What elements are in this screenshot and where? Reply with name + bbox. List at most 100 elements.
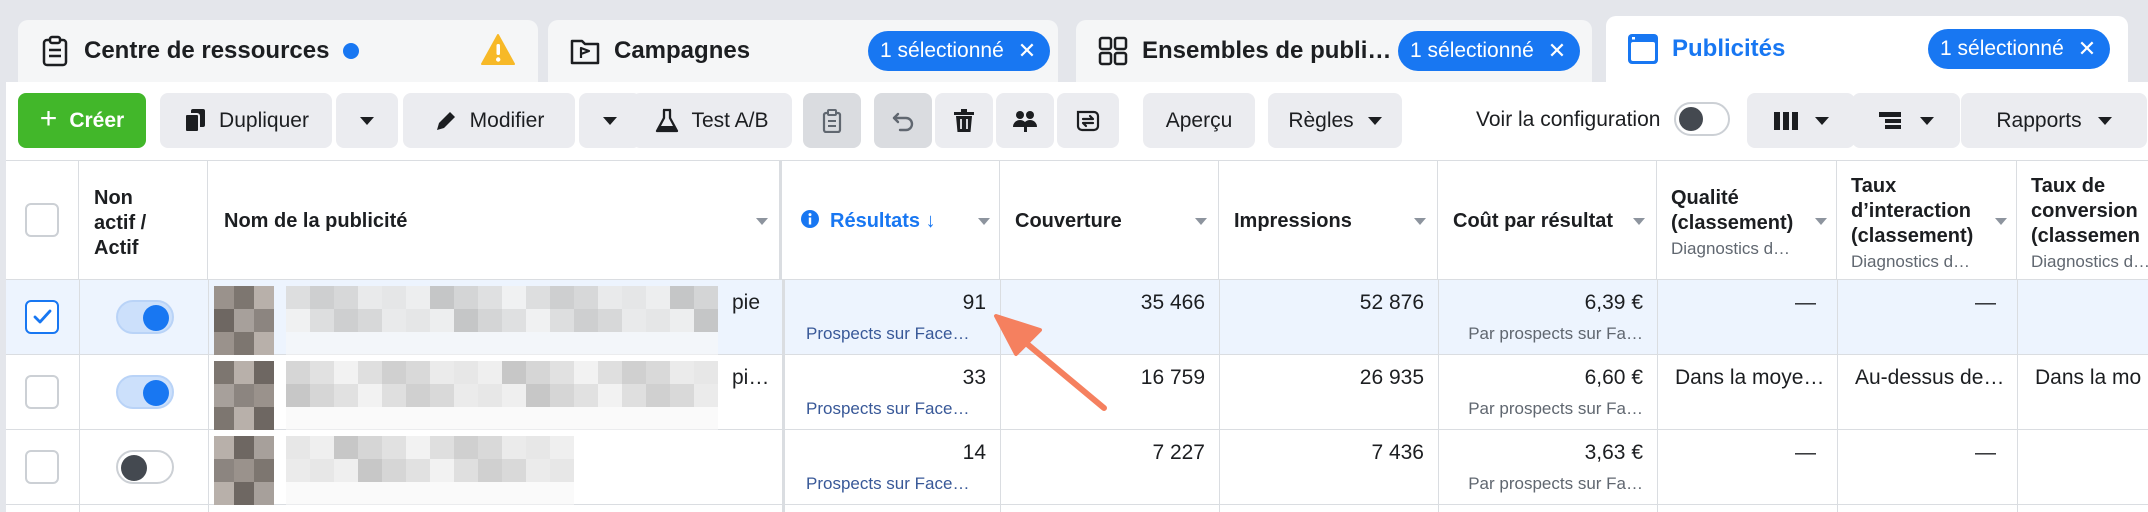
duplicate-dropdown[interactable]: [336, 93, 398, 148]
delete-button[interactable]: [935, 93, 993, 148]
status-toggle[interactable]: [116, 375, 174, 409]
header-ad-name[interactable]: Nom de la publicité: [208, 161, 782, 279]
breakdown-button[interactable]: [1852, 93, 1960, 148]
results-subtitle[interactable]: Prospects sur Face…: [806, 474, 969, 494]
table-row[interactable]: 14 Prospects sur Face… 7 227 7 436 3,63 …: [6, 430, 2148, 505]
duplicate-button[interactable]: Dupliquer: [160, 93, 332, 148]
edit-button[interactable]: Modifier: [403, 93, 575, 148]
undo-button[interactable]: [874, 93, 932, 148]
close-icon[interactable]: ✕: [1018, 38, 1036, 64]
blurred-text-pixel: [430, 482, 454, 505]
cost-value: 6,39 €: [1584, 291, 1643, 314]
badge-label: 1 sélectionné: [1940, 37, 2064, 60]
thumbnail-pixel: [254, 482, 274, 505]
blurred-text-pixel: [334, 309, 358, 332]
blurred-text-pixel: [646, 361, 670, 384]
header-status[interactable]: Non actif / Actif: [79, 161, 208, 279]
blurred-text-pixel: [310, 309, 334, 332]
tab-ads[interactable]: Publicités 1 sélectionné ✕: [1606, 16, 2128, 82]
create-button[interactable]: + Créer: [18, 93, 146, 148]
quality-header-line: Qualité: [1671, 187, 1739, 209]
sort-caret-icon[interactable]: [1414, 218, 1426, 225]
view-config-toggle[interactable]: [1674, 102, 1730, 136]
ad-name-blurred: [214, 280, 728, 355]
quality-value: —: [1795, 291, 1816, 314]
tab-resource-center[interactable]: Centre de ressources: [18, 20, 538, 82]
blurred-text-pixel: [454, 436, 478, 459]
sort-caret-icon[interactable]: [1195, 218, 1207, 225]
annotation-arrow-icon: [994, 314, 1107, 411]
blurred-text-pixel: [454, 309, 478, 332]
header-cost-per-result[interactable]: Coût par résultat: [1438, 161, 1657, 279]
ad-name-tail[interactable]: pie: [732, 291, 760, 315]
blurred-text-pixel: [502, 286, 526, 309]
header-impressions[interactable]: Impressions: [1219, 161, 1438, 279]
plus-icon: +: [39, 102, 58, 135]
sort-caret-icon[interactable]: [1995, 218, 2007, 225]
info-icon[interactable]: [800, 209, 820, 234]
blurred-text-pixel: [406, 407, 430, 430]
header-reach[interactable]: Couverture: [1000, 161, 1219, 279]
selection-badge[interactable]: 1 sélectionné ✕: [868, 31, 1051, 71]
reports-button[interactable]: Rapports: [1961, 93, 2147, 148]
select-all-checkbox[interactable]: [25, 203, 59, 237]
results-subtitle[interactable]: Prospects sur Face…: [806, 324, 969, 344]
ad-name-tail[interactable]: pi…: [732, 366, 776, 390]
close-icon[interactable]: ✕: [1548, 38, 1566, 64]
sort-caret-icon[interactable]: [1633, 218, 1645, 225]
header-results[interactable]: Résultats ↓: [782, 161, 1000, 279]
blurred-text-pixel: [502, 309, 526, 332]
rules-button[interactable]: Règles: [1268, 93, 1402, 148]
preview-button[interactable]: Aperçu: [1143, 93, 1255, 148]
row-checkbox[interactable]: [25, 300, 59, 334]
sort-caret-icon[interactable]: [978, 218, 990, 225]
blurred-text-pixel: [670, 332, 694, 355]
blurred-text-pixel: [286, 361, 310, 384]
status-toggle[interactable]: [116, 450, 174, 484]
engagement-header-line: d’interaction: [1851, 200, 1972, 222]
blurred-text-pixel: [526, 286, 550, 309]
header-engagement-ranking[interactable]: Taux d’interaction (classement) Diagnost…: [1837, 161, 2017, 279]
blurred-text-pixel: [670, 407, 694, 430]
sort-desc-arrow-icon: ↓: [920, 210, 936, 232]
close-icon[interactable]: ✕: [2078, 36, 2096, 62]
ad-name-blurred: [214, 355, 728, 430]
blurred-text-pixel: [358, 361, 382, 384]
clipboard-button[interactable]: [803, 93, 861, 148]
blurred-text-pixel: [334, 286, 358, 309]
column-divider: [79, 280, 80, 512]
blurred-text-pixel: [310, 286, 334, 309]
sort-caret-icon[interactable]: [1815, 218, 1827, 225]
selection-badge[interactable]: 1 sélectionné ✕: [1398, 31, 1581, 71]
tab-ad-sets[interactable]: Ensembles de publici… 1 sélectionné ✕: [1076, 20, 1592, 82]
columns-button[interactable]: [1747, 93, 1855, 148]
toolbar: + Créer Dupliquer Modifier Test A/B Aper…: [6, 82, 2148, 160]
results-subtitle[interactable]: Prospects sur Face…: [806, 399, 969, 419]
row-checkbox[interactable]: [25, 375, 59, 409]
thumbnail-pixel: [234, 309, 254, 332]
thumbnail-pixel: [234, 459, 254, 482]
warning-icon[interactable]: [480, 33, 516, 72]
header-quality-ranking[interactable]: Qualité (classement) Diagnostics d…: [1657, 161, 1837, 279]
status-toggle[interactable]: [116, 300, 174, 334]
blurred-text-pixel: [454, 407, 478, 430]
column-divider: [208, 280, 209, 512]
audience-button[interactable]: [996, 93, 1054, 148]
row-checkbox[interactable]: [25, 450, 59, 484]
header-conversion-ranking[interactable]: Taux de conversion (classemen Diagnostic…: [2017, 161, 2148, 279]
exchange-button[interactable]: [1057, 93, 1119, 148]
conversion-header-label: Taux de conversion (classemen Diagnostic…: [2031, 174, 2148, 274]
cost-value: 6,60 €: [1584, 366, 1643, 389]
blurred-text-pixel: [382, 286, 406, 309]
selection-badge[interactable]: 1 sélectionné ✕: [1928, 29, 2111, 69]
quality-header-label: Qualité (classement) Diagnostics d…: [1671, 186, 1811, 261]
blurred-text-pixel: [286, 332, 310, 355]
sort-caret-icon[interactable]: [756, 218, 768, 225]
ab-test-button[interactable]: Test A/B: [632, 93, 792, 148]
check-icon: [33, 309, 52, 324]
tab-campaigns[interactable]: Campagnes 1 sélectionné ✕: [548, 20, 1058, 82]
tab-title: Publicités: [1672, 35, 1786, 62]
blurred-text-pixel: [406, 309, 430, 332]
blurred-text-pixel: [430, 361, 454, 384]
reach-value: 7 227: [1152, 441, 1205, 464]
